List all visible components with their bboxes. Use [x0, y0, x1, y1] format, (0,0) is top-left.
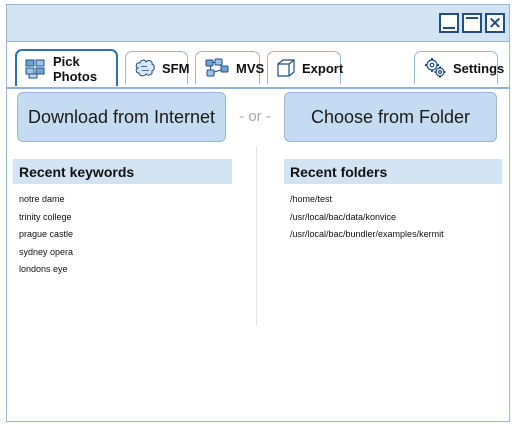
tab-pick-photos[interactable]: Pick Photos	[15, 49, 118, 86]
close-button[interactable]: ×	[485, 13, 505, 33]
keyword-item[interactable]: notre dame	[19, 194, 73, 212]
folder-item[interactable]: /home/test	[290, 194, 444, 212]
minimize-icon	[443, 27, 455, 29]
brain-icon	[134, 59, 156, 77]
or-separator: - or -	[239, 108, 271, 125]
folder-item[interactable]: /usr/local/bac/bundler/examples/kermit	[290, 229, 444, 247]
tab-sfm[interactable]: SFM	[125, 51, 190, 84]
app-window: × Pick Photos SFM MVS Export Settings Do…	[6, 4, 510, 422]
tab-bar: Pick Photos SFM MVS Export Settings	[7, 42, 509, 89]
keyword-item[interactable]: prague castle	[19, 229, 73, 247]
recent-folders-list: /home/test /usr/local/bac/data/konvice /…	[290, 194, 444, 247]
tab-label: Pick Photos	[53, 53, 98, 84]
column-divider	[256, 147, 257, 325]
choose-from-folder-button[interactable]: Choose from Folder	[284, 92, 497, 142]
close-icon: ×	[487, 12, 503, 33]
window-controls: ×	[439, 13, 505, 33]
tab-export[interactable]: Export	[267, 51, 344, 84]
keyword-item[interactable]: sydney opera	[19, 247, 73, 265]
tab-mvs[interactable]: MVS	[195, 51, 264, 84]
tab-label: Export	[302, 60, 344, 76]
keyword-item[interactable]: londons eye	[19, 264, 73, 282]
photos-grid-icon	[25, 59, 47, 79]
download-from-internet-button[interactable]: Download from Internet	[17, 92, 226, 142]
recent-keywords-list: notre dame trinity college prague castle…	[19, 194, 73, 282]
tab-label: MVS	[236, 60, 265, 76]
recent-folders-header: Recent folders	[284, 159, 502, 184]
cube-icon	[276, 58, 296, 78]
tab-label: SFM	[162, 60, 190, 76]
title-bar: ×	[7, 5, 509, 42]
tab-settings[interactable]: Settings	[414, 51, 504, 84]
tab-label: Settings	[453, 60, 505, 76]
minimize-button[interactable]	[439, 13, 459, 33]
network-icon	[204, 58, 230, 78]
folder-item[interactable]: /usr/local/bac/data/konvice	[290, 212, 444, 230]
recent-keywords-header: Recent keywords	[13, 159, 232, 184]
maximize-button[interactable]	[462, 13, 482, 33]
maximize-icon	[466, 17, 478, 19]
keyword-item[interactable]: trinity college	[19, 212, 73, 230]
gears-icon	[423, 57, 447, 79]
